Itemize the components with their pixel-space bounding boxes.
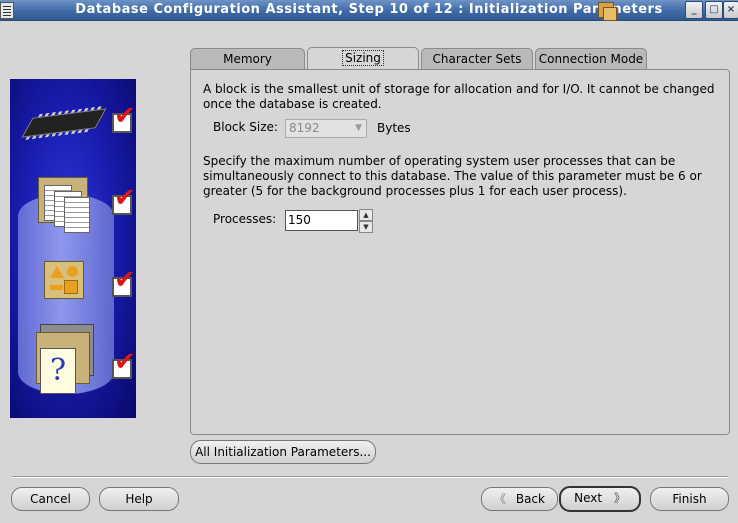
spin-down-icon[interactable]: ▼ [359,221,373,233]
all-init-params-button[interactable]: All Initialization Parameters... [190,440,376,464]
finish-button[interactable]: Finish [650,487,729,511]
check-mark-icon: ✔ [114,183,136,213]
processes-description: Specify the maximum number of operating … [203,154,676,168]
block-size-label: Block Size: [213,120,278,134]
block-description: A block is the smallest unit of storage … [203,82,715,96]
processes-input[interactable]: 150 [285,210,358,231]
back-arrow-icon: 《 [494,492,507,506]
title-bar: Database Configuration Assistant, Step 1… [0,0,738,21]
spin-up-icon[interactable]: ▲ [359,209,373,221]
next-arrow-icon: 》 [613,491,626,505]
tab-character-sets[interactable]: Character Sets [421,48,533,69]
documents-icon [38,177,90,233]
tab-memory[interactable]: Memory [190,48,305,69]
processes-description-cont2: greater (5 for the background processes … [203,184,627,198]
close-button[interactable]: × [723,1,738,19]
block-size-unit: Bytes [377,121,411,135]
shapes-icon [44,261,84,299]
busy-cursor-icon [598,2,617,21]
memory-chip-icon [21,108,107,138]
block-description-cont: once the database is created. [203,97,382,111]
check-mark-icon: ✔ [114,347,136,377]
tab-connection-mode[interactable]: Connection Mode [535,48,647,69]
help-button[interactable]: Help [99,487,179,511]
maximize-button[interactable]: □ [705,1,723,19]
check-mark-icon: ✔ [114,101,136,131]
chevron-down-icon: ▼ [355,123,362,133]
footer-separator [12,476,728,478]
processes-description-cont: simultaneously connect to this database.… [203,169,702,183]
back-button[interactable]: 《 Back [481,487,558,511]
minimize-button[interactable]: _ [685,1,703,19]
block-size-select: 8192 ▼ [285,119,367,138]
cancel-button[interactable]: Cancel [11,487,90,511]
wizard-illustration: ? ✔ ✔ ✔ ✔ [10,79,136,418]
next-button[interactable]: Next 》 [559,486,641,512]
check-mark-icon: ✔ [114,265,136,295]
tab-sizing[interactable]: Sizing [307,47,419,70]
window-title: Database Configuration Assistant, Step 1… [75,2,663,17]
processes-label: Processes: [213,212,277,226]
help-document-icon: ? [32,324,94,396]
